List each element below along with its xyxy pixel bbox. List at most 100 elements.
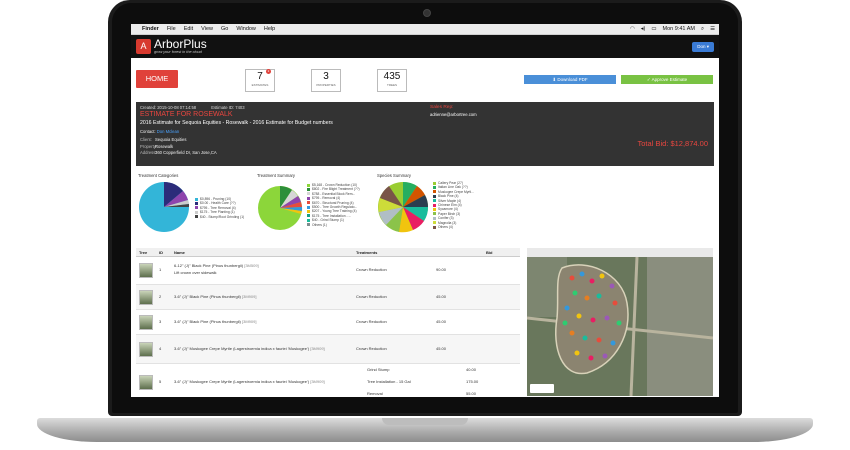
stat-estimates[interactable]: 7 ESTIMATES 2 <box>245 69 275 92</box>
tree-thumbnail[interactable] <box>139 375 153 390</box>
created-date: Created: 2015-10-08 07:14:58 <box>140 105 197 110</box>
estimate-id: Estimate ID: 7403 <box>211 105 245 110</box>
table-row[interactable]: 1 6-12" (J)" Black Pine (Pinus thunbergi… <box>136 257 520 285</box>
row-note: Lift crown over sidewalk <box>174 270 217 275</box>
menu-go[interactable]: Go <box>221 26 228 32</box>
user-menu-button[interactable]: Don ▾ <box>692 41 714 52</box>
table-row[interactable]: 4 3-6" (J)" Muskogee Crepe Myrtle (Lager… <box>136 335 520 364</box>
menu-list-icon[interactable]: ☰ <box>710 26 715 32</box>
legend-label: Callery Pear (27) <box>438 181 463 185</box>
volume-icon[interactable]: ◂) <box>641 26 646 32</box>
legend-label: Muskogee Crepe Myrtl... <box>438 189 474 194</box>
categories-legend: $0,896 - Pruning (10) $0.00 - Health Car… <box>195 197 244 219</box>
menu-finder[interactable]: Finder <box>142 26 159 32</box>
tree-thumbnail[interactable] <box>139 342 153 357</box>
legend-label: Others (1) <box>312 222 327 227</box>
pie-chart[interactable] <box>257 185 303 231</box>
stat-estimates-label: ESTIMATES <box>251 83 269 87</box>
stat-properties-label: PROPERTIES <box>316 83 336 87</box>
col-tree[interactable]: Tree <box>139 250 147 255</box>
table-row[interactable]: 2 3-6" (J)" Black Pine (Pinus thunbergii… <box>136 285 520 310</box>
tree-name: 3-6" (J)" Muskogee Crepe Myrtle (Lagerst… <box>174 379 310 384</box>
pie-chart[interactable] <box>138 181 190 233</box>
menu-view[interactable]: View <box>201 26 213 32</box>
search-icon[interactable]: ⌕ <box>701 26 704 33</box>
row-bid: 90.00 <box>436 267 447 272</box>
legend-label: Italian Line Oak (??) <box>438 185 468 190</box>
estimate-meta: Created: 2015-10-08 07:14:58 Estimate ID… <box>140 105 259 110</box>
tree-code: [3M909] <box>310 379 325 384</box>
menu-window[interactable]: Window <box>236 26 256 32</box>
species-summary-chart: Species Summary <box>377 173 429 235</box>
species-legend: Callery Pear (27) Italian Line Oak (??) … <box>433 181 474 229</box>
legend-label: $175 - Tree Planting (1) <box>200 210 235 215</box>
legend-label: Black Pine (4) <box>438 194 459 199</box>
map-image[interactable] <box>527 248 713 396</box>
row-bid: 45.00 <box>436 294 447 299</box>
contact-line: Contact: Don Mclean <box>140 129 179 134</box>
col-bid[interactable]: Bid <box>486 250 492 255</box>
legend-item: Others (1) <box>307 223 360 227</box>
approve-estimate-button[interactable]: ✓ Approve Estimate <box>621 75 713 84</box>
legend-label: $0,896 - Pruning (10) <box>200 197 232 201</box>
stat-trees[interactable]: 435 TREES <box>377 69 407 92</box>
property-value: Rosewalk <box>155 143 174 149</box>
row-bid: 175.00 <box>466 379 479 384</box>
stat-properties-value: 3 <box>323 71 329 82</box>
row-id: 3 <box>159 319 162 324</box>
estimate-subtitle: 2016 Estimate for Sequoia Equities - Ros… <box>140 120 333 126</box>
total-bid: Total Bid: $12,874.00 <box>637 139 708 148</box>
legend-label: $0.00 - Health Care (??) <box>200 201 236 206</box>
row-treatment: Crown Reduction <box>356 319 387 324</box>
home-button[interactable]: HOME <box>136 70 178 88</box>
estimate-info: Client: Sequoia Equities Property:Rosewal… <box>140 137 217 157</box>
tree-name: 3-6" (J)" Muskogee Crepe Myrtle (Lagerst… <box>174 346 310 351</box>
row-treatment: Removal <box>367 391 383 396</box>
legend-label: $795 - Tree Removal (4) <box>200 205 236 210</box>
col-name[interactable]: Name <box>174 250 185 255</box>
chart-title: Treatment Summary <box>257 173 296 178</box>
legend-label: $40 - Grind Stump (1) <box>312 218 344 223</box>
legend-label: Chinese Elm (4) <box>438 203 462 208</box>
legend-label: $795 - Removal (4) <box>312 196 341 201</box>
menubar-clock[interactable]: Mon 9:41 AM <box>663 26 695 32</box>
menu-edit[interactable]: Edit <box>184 26 193 32</box>
tree-name: 3-6" (J)" Black Pine (Pinus thunbergii) <box>174 319 241 324</box>
pie-chart[interactable] <box>377 181 429 233</box>
menu-help[interactable]: Help <box>264 26 275 32</box>
col-id[interactable]: ID <box>159 250 163 255</box>
tree-map[interactable] <box>527 248 713 396</box>
camera-icon <box>423 9 431 17</box>
toolbar: HOME 7 ESTIMATES 2 3 PROPERTIES 435 TREE… <box>131 68 719 94</box>
battery-icon[interactable]: ▭ <box>651 26 656 32</box>
row-name: 3-6" (J)" Black Pine (Pinus thunbergii) … <box>174 319 256 324</box>
sales-rep-label: Sales Rep: <box>430 105 454 110</box>
menu-file[interactable]: File <box>167 26 176 32</box>
col-treatments[interactable]: Treatments <box>356 250 377 255</box>
row-treatment: Crown Reduction <box>356 294 387 299</box>
tree-thumbnail[interactable] <box>139 290 153 305</box>
table-row[interactable]: 5 3-6" (J)" Muskogee Crepe Myrtle (Lager… <box>136 364 520 397</box>
summary-legend: $5,168 - Crown Reduction (10) $802 - Fir… <box>307 183 360 227</box>
app-name: ArborPlus <box>154 37 207 51</box>
row-bid: 45.00 <box>436 319 447 324</box>
logo-icon: A <box>136 39 151 54</box>
legend-label: $670 - Structural Pruning (4) <box>312 200 354 205</box>
row-treatment: Crown Reduction <box>356 346 387 351</box>
tree-thumbnail[interactable] <box>139 263 153 278</box>
row-id: 2 <box>159 294 162 299</box>
tree-thumbnail[interactable] <box>139 315 153 330</box>
contact-link[interactable]: Don Mclean <box>157 129 179 134</box>
stat-properties[interactable]: 3 PROPERTIES <box>311 69 341 92</box>
legend-label: Sycamore (4) <box>438 207 458 212</box>
legend-item: Others (4) <box>433 225 474 229</box>
client-value: Sequoia Equities <box>155 137 187 142</box>
sales-rep-email[interactable]: adrienne@arbortree.com <box>430 112 477 117</box>
tree-code: [3M909] <box>242 294 257 299</box>
download-pdf-button[interactable]: ⬇ Download PDF <box>524 75 616 84</box>
table-row[interactable]: 3 3-6" (J)" Black Pine (Pinus thunbergii… <box>136 310 520 335</box>
notification-badge: 2 <box>266 69 271 74</box>
wifi-icon[interactable]: ◠ <box>630 26 635 32</box>
tree-code: [3M909] <box>310 346 325 351</box>
row-name: 3-6" (J)" Black Pine (Pinus thunbergii) … <box>174 294 256 299</box>
